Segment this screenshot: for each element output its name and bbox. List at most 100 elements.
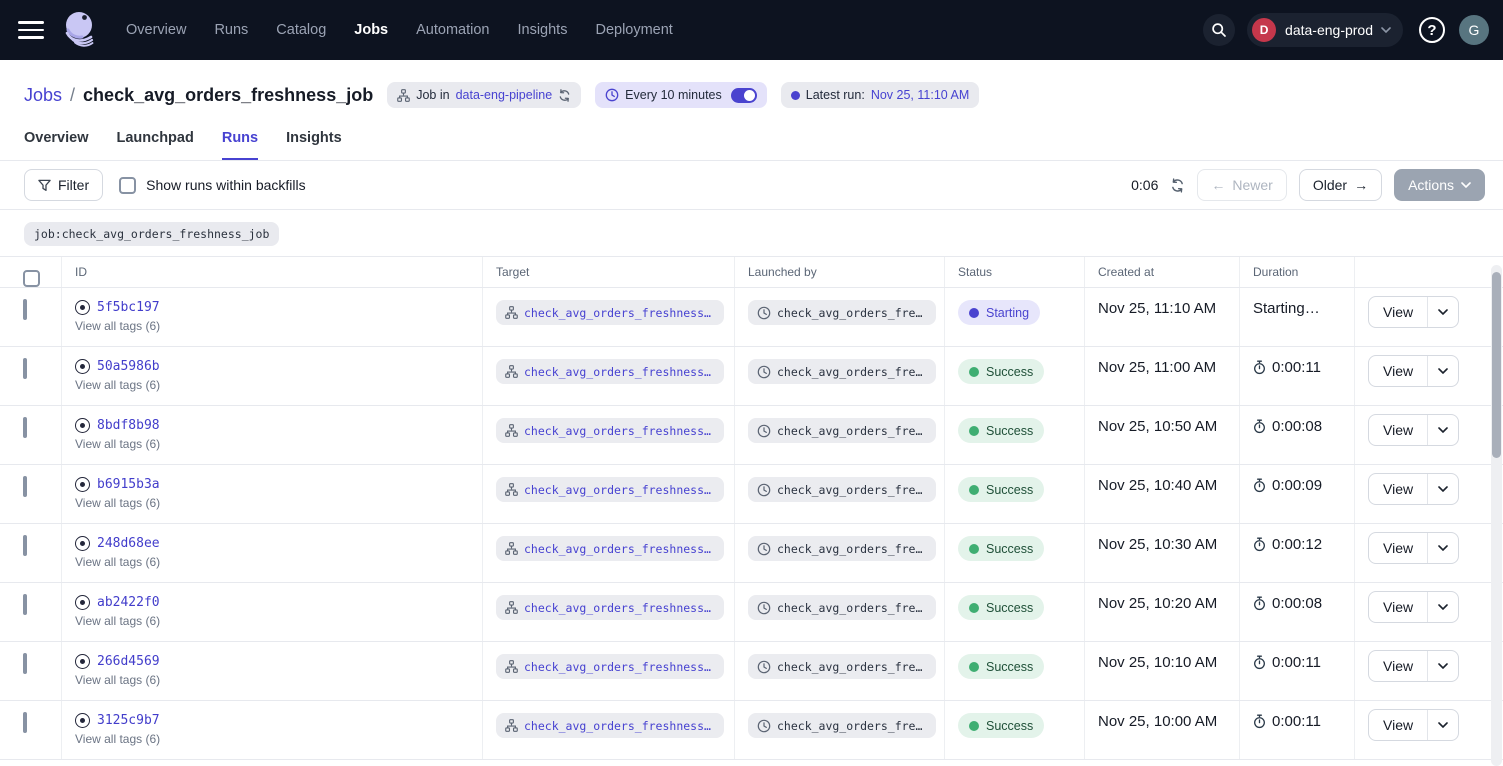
tab-insights[interactable]: Insights <box>286 122 342 160</box>
breadcrumb-separator: / <box>70 85 75 106</box>
view-button[interactable]: View <box>1369 415 1428 445</box>
view-button[interactable]: View <box>1369 297 1428 327</box>
chevron-down-icon <box>1438 368 1448 374</box>
filter-button[interactable]: Filter <box>24 169 103 201</box>
breadcrumb-jobs-link[interactable]: Jobs <box>24 85 62 106</box>
schedule-toggle[interactable] <box>731 88 757 103</box>
help-button[interactable]: ? <box>1419 17 1445 43</box>
run-id-link[interactable]: 266d4569 <box>97 654 160 669</box>
older-button[interactable]: Older → <box>1299 169 1382 201</box>
tab-launchpad[interactable]: Launchpad <box>117 122 194 160</box>
tab-overview[interactable]: Overview <box>24 122 89 160</box>
view-dropdown-button[interactable] <box>1428 474 1458 504</box>
select-all-checkbox[interactable] <box>23 270 40 287</box>
nav-item-runs[interactable]: Runs <box>214 22 248 38</box>
dagster-logo-icon[interactable] <box>60 8 100 52</box>
view-dropdown-button[interactable] <box>1428 592 1458 622</box>
latest-run-link[interactable]: Nov 25, 11:10 AM <box>871 88 969 102</box>
stopwatch-icon <box>1253 655 1266 670</box>
view-all-tags-link[interactable]: View all tags (6) <box>75 319 482 333</box>
nav-item-catalog[interactable]: Catalog <box>276 22 326 38</box>
launched-by-chip[interactable]: check_avg_orders_freshn… <box>748 536 936 561</box>
status-dot-icon <box>969 603 979 613</box>
launched-by-chip[interactable]: check_avg_orders_freshn… <box>748 713 936 738</box>
breadcrumb: Jobs / check_avg_orders_freshness_job Jo… <box>0 60 1503 122</box>
view-dropdown-button[interactable] <box>1428 710 1458 740</box>
run-id-link[interactable]: 248d68ee <box>97 536 160 551</box>
scrollbar-thumb[interactable] <box>1492 272 1501 458</box>
view-button[interactable]: View <box>1369 533 1428 563</box>
target-chip[interactable]: check_avg_orders_freshness_job <box>496 300 724 325</box>
row-checkbox[interactable] <box>23 299 27 320</box>
row-checkbox[interactable] <box>23 535 27 556</box>
workspace-switcher[interactable]: D data-eng-prod <box>1247 13 1403 47</box>
row-checkbox[interactable] <box>23 712 27 733</box>
pipeline-link[interactable]: data-eng-pipeline <box>456 88 553 102</box>
avatar[interactable]: G <box>1459 15 1489 45</box>
nav-item-insights[interactable]: Insights <box>517 22 567 38</box>
run-id-link[interactable]: b6915b3a <box>97 477 160 492</box>
view-dropdown-button[interactable] <box>1428 297 1458 327</box>
view-button[interactable]: View <box>1369 651 1428 681</box>
refresh-countdown: 0:06 <box>1131 177 1158 193</box>
row-checkbox[interactable] <box>23 476 27 497</box>
target-chip[interactable]: check_avg_orders_freshness_job <box>496 418 724 443</box>
job-filter-tag[interactable]: job:check_avg_orders_freshness_job <box>24 222 279 246</box>
view-button[interactable]: View <box>1369 356 1428 386</box>
view-all-tags-link[interactable]: View all tags (6) <box>75 673 482 687</box>
reload-icon[interactable] <box>558 89 571 102</box>
launched-by-chip[interactable]: check_avg_orders_freshn… <box>748 595 936 620</box>
nav-item-overview[interactable]: Overview <box>126 22 186 38</box>
launched-by-chip[interactable]: check_avg_orders_freshn… <box>748 418 936 443</box>
view-button[interactable]: View <box>1369 592 1428 622</box>
target-chip[interactable]: check_avg_orders_freshness_job <box>496 713 724 738</box>
target-chip[interactable]: check_avg_orders_freshness_job <box>496 595 724 620</box>
status-dot-icon <box>969 485 979 495</box>
view-all-tags-link[interactable]: View all tags (6) <box>75 496 482 510</box>
newer-button[interactable]: ← Newer <box>1197 169 1286 201</box>
actions-button[interactable]: Actions <box>1394 169 1485 201</box>
view-all-tags-link[interactable]: View all tags (6) <box>75 732 482 746</box>
chevron-down-icon <box>1438 486 1448 492</box>
view-dropdown-button[interactable] <box>1428 533 1458 563</box>
chevron-down-icon <box>1438 309 1448 315</box>
target-chip[interactable]: check_avg_orders_freshness_job <box>496 536 724 561</box>
run-id-link[interactable]: 50a5986b <box>97 359 160 374</box>
nav-item-automation[interactable]: Automation <box>416 22 489 38</box>
row-checkbox[interactable] <box>23 417 27 438</box>
nav-item-jobs[interactable]: Jobs <box>354 22 388 38</box>
view-all-tags-link[interactable]: View all tags (6) <box>75 555 482 569</box>
view-all-tags-link[interactable]: View all tags (6) <box>75 378 482 392</box>
target-chip[interactable]: check_avg_orders_freshness_job <box>496 359 724 384</box>
backfills-checkbox[interactable] <box>119 177 136 194</box>
launched-by-chip[interactable]: check_avg_orders_freshn… <box>748 654 936 679</box>
launched-by-chip[interactable]: check_avg_orders_freshn… <box>748 359 936 384</box>
run-id-link[interactable]: 3125c9b7 <box>97 713 160 728</box>
launched-by-chip[interactable]: check_avg_orders_freshn… <box>748 477 936 502</box>
search-button[interactable] <box>1203 14 1235 46</box>
view-all-tags-link[interactable]: View all tags (6) <box>75 437 482 451</box>
refresh-icon[interactable] <box>1170 178 1185 193</box>
view-dropdown-button[interactable] <box>1428 651 1458 681</box>
run-id-link[interactable]: 8bdf8b98 <box>97 418 160 433</box>
row-checkbox[interactable] <box>23 594 27 615</box>
target-chip[interactable]: check_avg_orders_freshness_job <box>496 654 724 679</box>
job-in-label: Job in <box>416 88 449 102</box>
view-button[interactable]: View <box>1369 710 1428 740</box>
vertical-scrollbar[interactable] <box>1491 265 1502 766</box>
view-button[interactable]: View <box>1369 474 1428 504</box>
target-chip[interactable]: check_avg_orders_freshness_job <box>496 477 724 502</box>
view-dropdown-button[interactable] <box>1428 415 1458 445</box>
row-checkbox[interactable] <box>23 358 27 379</box>
run-id-link[interactable]: ab2422f0 <box>97 595 160 610</box>
tab-runs[interactable]: Runs <box>222 122 258 160</box>
nav-item-deployment[interactable]: Deployment <box>595 22 672 38</box>
view-all-tags-link[interactable]: View all tags (6) <box>75 614 482 628</box>
launched-by-chip[interactable]: check_avg_orders_freshn… <box>748 300 936 325</box>
run-id-link[interactable]: 5f5bc197 <box>97 300 160 315</box>
clock-icon <box>757 424 771 438</box>
clock-icon <box>757 660 771 674</box>
view-dropdown-button[interactable] <box>1428 356 1458 386</box>
hamburger-menu-icon[interactable] <box>18 21 44 39</box>
row-checkbox[interactable] <box>23 653 27 674</box>
